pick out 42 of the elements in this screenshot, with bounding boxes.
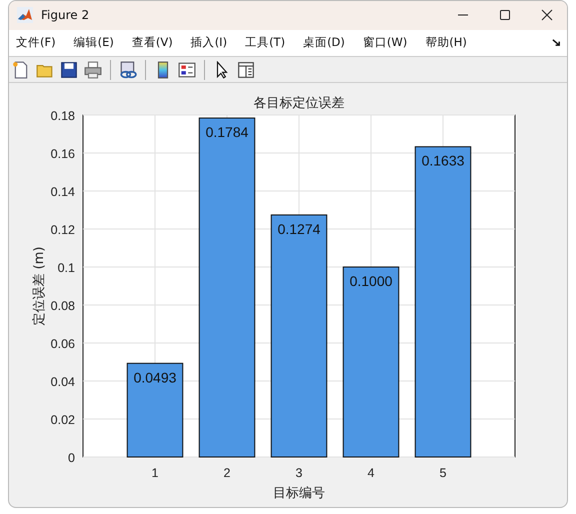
close-icon[interactable] bbox=[541, 9, 553, 22]
legend-icon[interactable] bbox=[178, 60, 196, 79]
y-tick-label: 0.06 bbox=[50, 337, 75, 352]
chart-title: 各目标定位误差 bbox=[254, 96, 344, 112]
y-tick-label: 0.04 bbox=[50, 375, 75, 390]
window-title: Figure 2 bbox=[41, 8, 90, 22]
data-label: 0.0493 bbox=[134, 369, 176, 386]
peak-logo-icon bbox=[17, 7, 33, 24]
menu-item[interactable]: 工具(T) bbox=[245, 35, 286, 50]
link-icon[interactable] bbox=[119, 60, 137, 79]
y-tick-label: 0 bbox=[68, 451, 75, 466]
data-label: 0.1000 bbox=[350, 273, 392, 290]
save-icon[interactable] bbox=[60, 60, 78, 79]
x-tick-label: 4 bbox=[368, 466, 374, 480]
maximize-icon[interactable] bbox=[499, 9, 511, 22]
data-label: 0.1633 bbox=[422, 152, 464, 169]
y-axis-label: 定位误差 (m) bbox=[32, 246, 47, 326]
menu-item[interactable]: 窗口(W) bbox=[362, 35, 408, 50]
y-tick-label: 0.12 bbox=[50, 223, 75, 238]
menu-item[interactable]: 帮助(H) bbox=[425, 35, 467, 50]
panel-icon[interactable] bbox=[237, 60, 255, 79]
new-file-icon[interactable] bbox=[12, 60, 30, 79]
y-tick-label: 0.1 bbox=[58, 261, 75, 276]
x-tick-label: 1 bbox=[152, 466, 158, 480]
printer-icon[interactable] bbox=[84, 60, 102, 79]
y-tick-label: 0.14 bbox=[50, 185, 75, 200]
y-tick-label: 0.02 bbox=[50, 413, 75, 428]
arrow-icon[interactable] bbox=[552, 38, 561, 48]
data-label: 0.1274 bbox=[278, 220, 320, 237]
menu-item[interactable]: 查看(V) bbox=[132, 35, 173, 50]
menu-item[interactable]: 插入(I) bbox=[190, 35, 228, 50]
data-label: 0.1784 bbox=[206, 124, 248, 140]
menu-item[interactable]: 文件(F) bbox=[16, 35, 56, 50]
menu-item[interactable]: 桌面(D) bbox=[303, 35, 345, 50]
x-tick-label: 2 bbox=[224, 466, 230, 480]
y-tick-label: 0.18 bbox=[50, 109, 75, 124]
x-tick-label: 3 bbox=[296, 466, 302, 480]
x-axis-label: 目标编号 bbox=[273, 486, 325, 502]
y-tick-label: 0.08 bbox=[50, 299, 75, 314]
menu-item[interactable]: 编辑(E) bbox=[74, 35, 114, 50]
y-tick-label: 0.16 bbox=[50, 147, 75, 162]
x-tick-label: 5 bbox=[440, 466, 446, 480]
